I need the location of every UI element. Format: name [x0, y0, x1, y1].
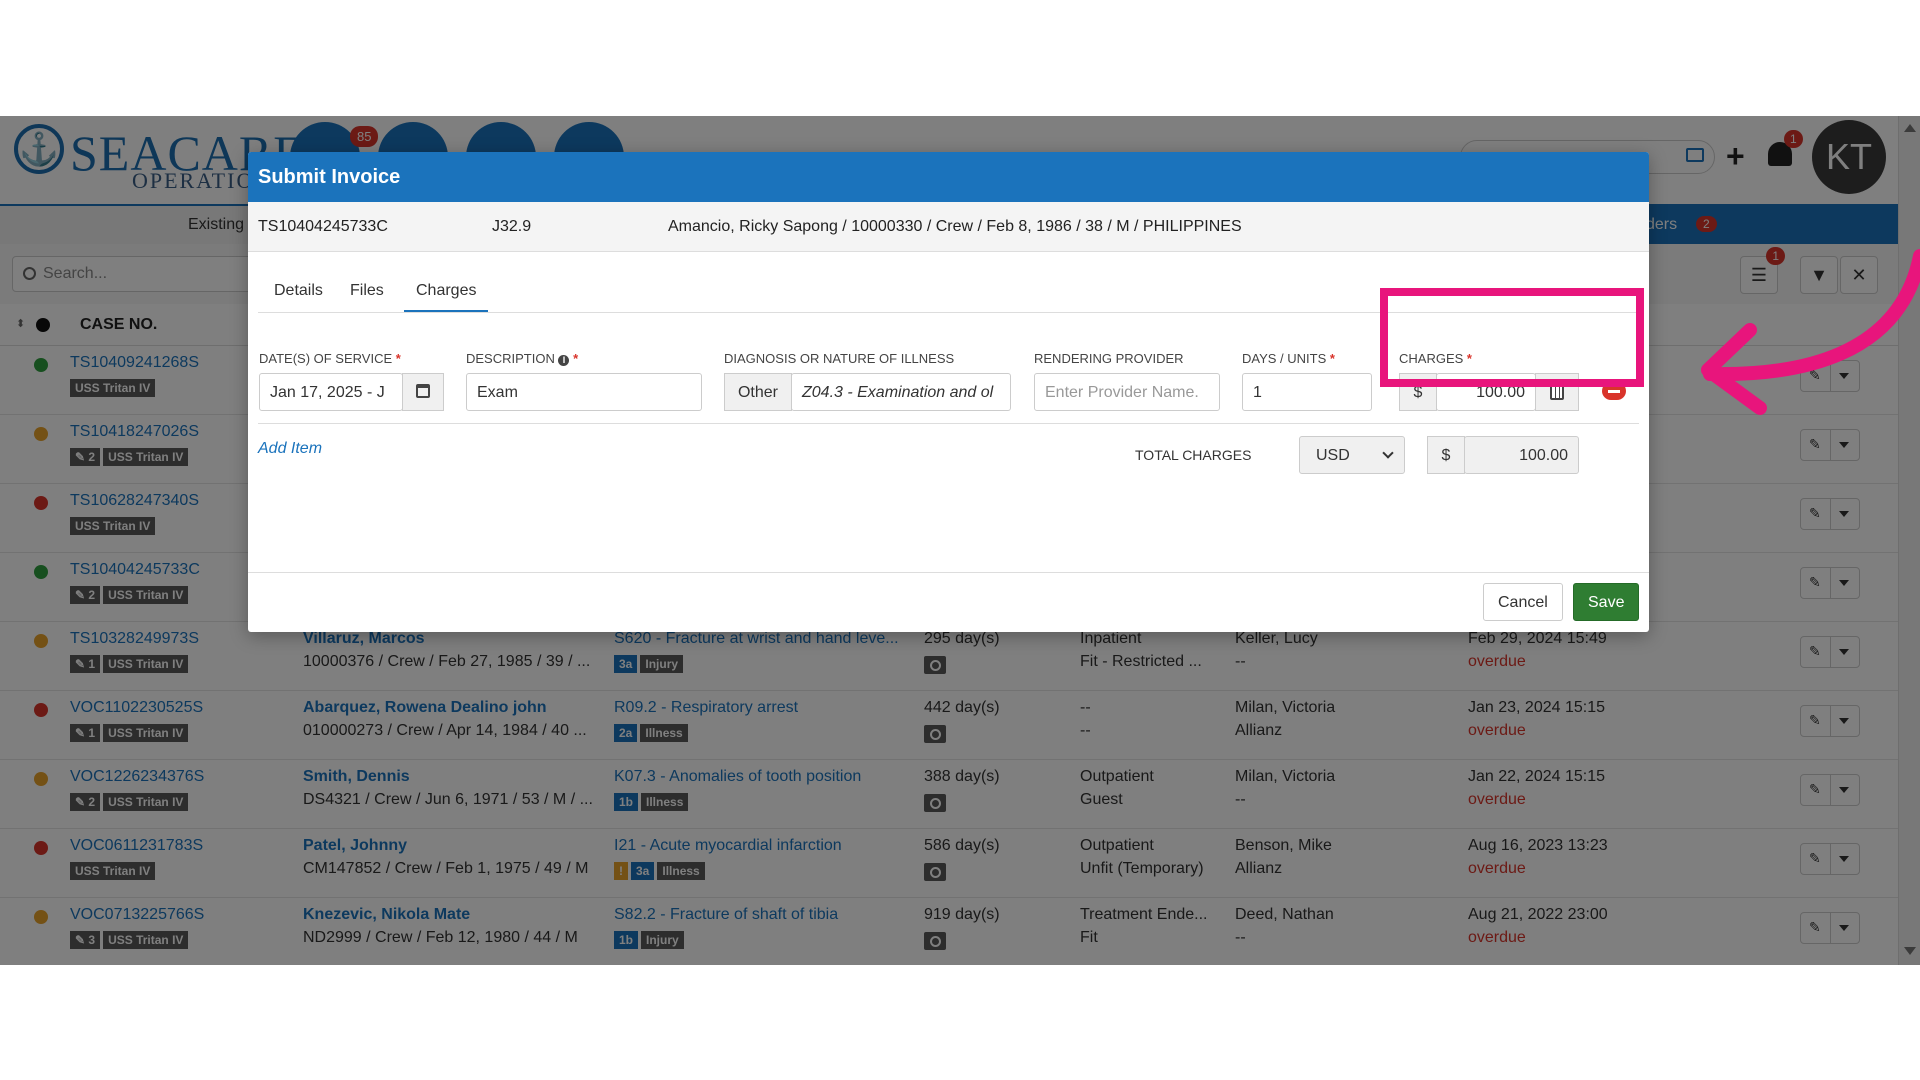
date-of-service-input[interactable]: Jan 17, 2025 - J	[259, 373, 403, 411]
tab-details[interactable]: Details	[262, 272, 335, 310]
currency-value: USD	[1316, 447, 1350, 464]
provider-label: RENDERING PROVIDER	[1034, 351, 1184, 366]
chevron-down-icon	[1382, 447, 1394, 459]
save-button[interactable]: Save	[1573, 583, 1640, 621]
total-currency-symbol: $	[1427, 436, 1465, 474]
days-units-input[interactable]: 1	[1242, 373, 1372, 411]
diagnosis-input[interactable]: Z04.3 - Examination and ol	[791, 373, 1011, 411]
icd-code: J32.9	[492, 218, 532, 235]
diagnosis-label: DIAGNOSIS OR NATURE OF ILLNESS	[724, 351, 955, 366]
total-charges-value: 100.00	[1464, 436, 1579, 474]
days-label: DAYS / UNITS *	[1242, 351, 1335, 366]
diagnosis-type-select[interactable]: Other	[724, 373, 792, 411]
modal-footer-divider	[248, 572, 1649, 573]
currency-select[interactable]: USD	[1299, 436, 1405, 474]
patient-summary: Amancio, Ricky Sapong / 10000330 / Crew …	[668, 218, 1242, 235]
cancel-button[interactable]: Cancel	[1483, 583, 1563, 621]
calendar-button[interactable]	[402, 373, 444, 411]
modal-title: Submit Invoice	[258, 166, 401, 188]
submit-invoice-modal: Submit Invoice TS10404245733C J32.9 Aman…	[248, 152, 1649, 632]
date-label: DATE(S) OF SERVICE *	[259, 351, 401, 366]
app-screen: ⚓ SEACARE OPERATIONS 85 + 1 KT Existing …	[0, 116, 1920, 965]
pointer-arrow	[1701, 249, 1920, 415]
calendar-icon	[416, 384, 430, 398]
description-input[interactable]: Exam	[466, 373, 702, 411]
tab-charges[interactable]: Charges	[404, 272, 489, 312]
total-charges-label: TOTAL CHARGES	[1135, 447, 1252, 463]
description-label: DESCRIPTION i *	[466, 351, 579, 366]
modal-header: Submit Invoice	[248, 152, 1649, 202]
info-icon: i	[558, 355, 570, 366]
row-divider	[258, 423, 1639, 424]
charges-highlight-box	[1380, 288, 1644, 387]
provider-input[interactable]: Enter Provider Name.	[1034, 373, 1220, 411]
add-item-link[interactable]: Add Item	[258, 440, 322, 458]
case-number: TS10404245733C	[258, 218, 388, 235]
case-summary: TS10404245733C J32.9 Amancio, Ricky Sapo…	[248, 202, 1649, 252]
tab-files[interactable]: Files	[338, 272, 396, 310]
